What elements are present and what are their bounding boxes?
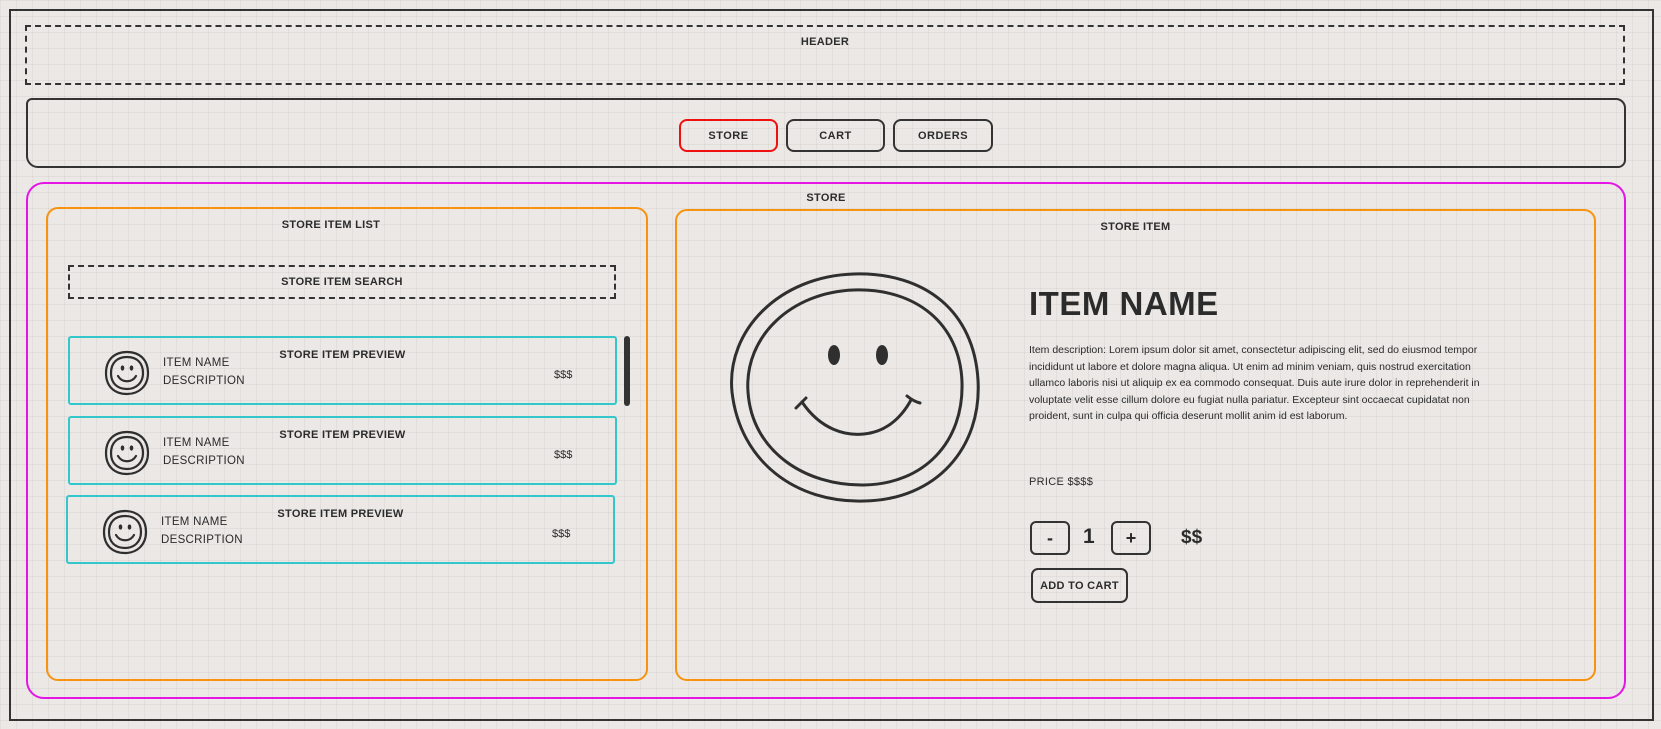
preview-item-price: $$$ — [552, 528, 571, 540]
nav-orders-button[interactable]: ORDERS — [893, 119, 993, 152]
preview-item-price: $$$ — [554, 369, 573, 381]
preview-title: STORE ITEM PREVIEW — [279, 349, 406, 361]
item-description: Item description: Lorem ipsum dolor sit … — [1029, 344, 1480, 422]
header-label: HEADER — [800, 36, 850, 48]
store-item-search-label: STORE ITEM SEARCH — [281, 276, 403, 288]
store-item-search[interactable]: STORE ITEM SEARCH — [68, 265, 616, 299]
preview-item-name: ITEM NAME — [163, 437, 230, 449]
decrease-quantity-button[interactable]: - — [1030, 521, 1070, 555]
preview-title: STORE ITEM PREVIEW — [279, 429, 406, 441]
item-price: PRICE $$$$ — [1029, 476, 1094, 488]
preview-item-name: ITEM NAME — [163, 357, 230, 369]
header: HEADER — [25, 25, 1625, 85]
nav-cart-button[interactable]: CART — [786, 119, 885, 152]
item-name-heading: ITEM NAME — [1029, 285, 1219, 322]
store-item-list-label: STORE ITEM LIST — [281, 219, 381, 231]
increase-quantity-button[interactable]: + — [1111, 521, 1151, 555]
store-label: STORE — [806, 192, 846, 204]
preview-item-description: DESCRIPTION — [161, 534, 243, 546]
quantity-value: 1 — [1083, 525, 1095, 548]
store-item-preview[interactable]: STORE ITEM PREVIEW ITEM NAME DESCRIPTION $$… — [68, 416, 617, 485]
list-scrollbar[interactable] — [624, 336, 630, 406]
subtotal-value: $$ — [1181, 527, 1203, 548]
preview-title: STORE ITEM PREVIEW — [277, 508, 404, 520]
add-to-cart-button[interactable]: ADD TO CART — [1031, 568, 1128, 603]
store-item-preview[interactable]: STORE ITEM PREVIEW ITEM NAME DESCRIPTION $$… — [68, 336, 617, 405]
preview-item-price: $$$ — [554, 449, 573, 461]
preview-item-description: DESCRIPTION — [163, 455, 245, 467]
preview-item-description: DESCRIPTION — [163, 375, 245, 387]
nav-store-button[interactable]: STORE — [679, 119, 778, 152]
item-image-smiley-icon — [730, 272, 980, 503]
store-item-preview[interactable]: STORE ITEM PREVIEW ITEM NAME DESCRIPTION $$… — [66, 495, 615, 564]
store-item-label: STORE ITEM — [1100, 221, 1171, 233]
preview-item-name: ITEM NAME — [161, 516, 228, 528]
